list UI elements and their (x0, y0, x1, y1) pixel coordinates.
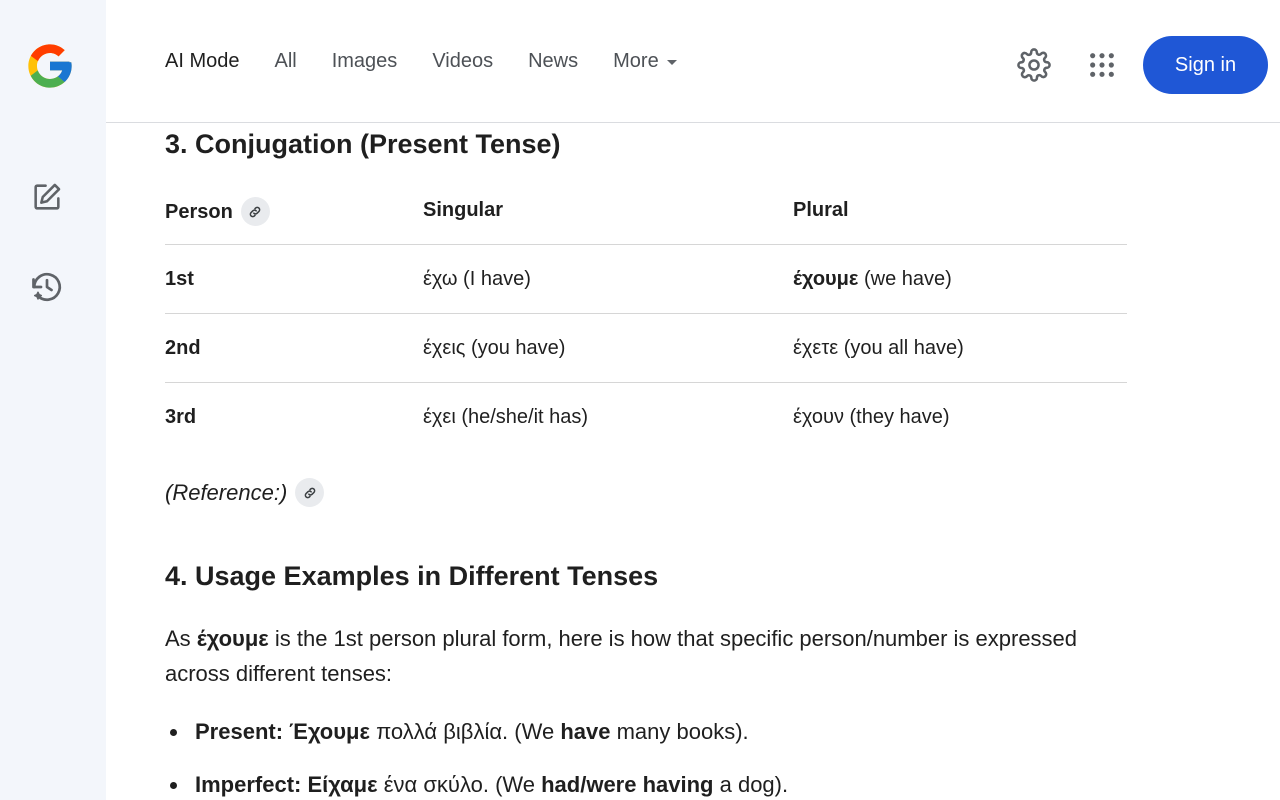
singular-cell: έχω (I have) (423, 267, 531, 290)
greek-verb: Έχουμε (289, 719, 370, 744)
tab-label: Images (331, 50, 398, 72)
source-link-button[interactable] (240, 197, 270, 226)
reference-link-button[interactable] (295, 478, 325, 507)
list-item: Present: Έχουμε πολλά βιβλία. (We have m… (165, 713, 788, 766)
text-span: many books). (610, 719, 749, 744)
plural-cell: έχουμε (we have) (793, 268, 1127, 291)
text-span: a dog). (713, 772, 789, 797)
column-header-singular: Singular (423, 199, 504, 221)
text-span: As (165, 626, 197, 651)
person-cell: 3rd (165, 406, 197, 428)
tab-label: News (528, 50, 579, 72)
text-span: ένα σκύλο. (We (377, 772, 542, 797)
person-cell: 1st (165, 267, 194, 290)
sign-in-button[interactable]: Sign in (1143, 36, 1268, 94)
conjugation-table: Person Singular Plural 1st έχω (I have) … (165, 197, 1127, 452)
apps-grid-icon (1090, 53, 1114, 77)
singular-cell: έχει (he/she/it has) (423, 406, 589, 428)
section-heading: 3. Conjugation (Present Tense) (165, 129, 561, 159)
examples-list: Present: Έχουμε πολλά βιβλία. (We have m… (165, 713, 788, 800)
section-heading: 4. Usage Examples in Different Tenses (165, 561, 659, 591)
intro-paragraph: As έχουμε is the 1st person plural form,… (165, 621, 1085, 691)
edit-square-icon (34, 183, 61, 210)
apps-button[interactable] (1082, 45, 1122, 85)
settings-button[interactable] (1014, 45, 1054, 85)
plural-gloss: (we have) (858, 267, 952, 290)
column-header-person: Person (165, 197, 423, 226)
link-icon (250, 206, 261, 217)
table-row: 1st έχω (I have) έχουμε (we have) (165, 245, 1127, 314)
caret-down-icon (666, 60, 677, 65)
tab-images[interactable]: Images (332, 50, 398, 73)
text-span: is the 1st person plural form, here is h… (165, 626, 1078, 686)
tab-more[interactable]: More (613, 50, 677, 73)
tab-news[interactable]: News (528, 50, 578, 73)
top-header: AI Mode All Images Videos News More Sign… (106, 0, 1280, 123)
plural-gloss: έχετε (you all have) (793, 336, 964, 359)
column-header-plural: Plural (793, 199, 849, 221)
tab-label: AI Mode (165, 50, 240, 72)
greek-verb: Είχαμε (307, 772, 378, 797)
plural-form: έχουμε (793, 267, 859, 290)
tab-ai-mode[interactable]: AI Mode (165, 50, 239, 73)
tab-label: All (274, 50, 297, 72)
table-row: 2nd έχεις (you have) έχετε (you all have… (165, 314, 1127, 383)
link-icon (304, 487, 316, 498)
tab-label: More (613, 50, 659, 72)
person-cell: 2nd (165, 336, 201, 359)
reference-text: (Reference:) (165, 479, 288, 505)
google-logo[interactable] (24, 40, 76, 92)
gear-icon (1017, 48, 1051, 82)
tense-label: Present: (195, 719, 284, 744)
tab-all[interactable]: All (274, 50, 296, 73)
tab-label: Videos (432, 50, 494, 72)
new-chat-button[interactable] (27, 177, 67, 217)
plural-cell: έχετε (you all have) (793, 337, 1127, 360)
tense-label: Imperfect: (195, 772, 302, 797)
bold-term: έχουμε (196, 626, 269, 651)
header-text: Person (165, 201, 233, 223)
text-span: πολλά βιβλία. (We (369, 719, 561, 744)
english-verb: had/were having (541, 772, 714, 797)
reference-line: (Reference:) (165, 478, 325, 507)
tab-videos[interactable]: Videos (432, 50, 493, 73)
search-tabs: AI Mode All Images Videos News More (165, 50, 712, 73)
plural-cell: έχουν (they have) (793, 406, 1127, 429)
history-button[interactable] (27, 267, 67, 307)
table-header-row: Person Singular Plural (165, 197, 1127, 245)
singular-cell: έχεις (you have) (423, 336, 566, 359)
plural-gloss: έχουν (they have) (793, 406, 950, 428)
english-verb: have (560, 719, 611, 744)
list-item: Imperfect: Είχαμε ένα σκύλο. (We had/wer… (165, 766, 788, 800)
table-row: 3rd έχει (he/she/it has) έχουν (they hav… (165, 383, 1127, 452)
history-sparkle-icon (32, 272, 62, 302)
left-rail (0, 0, 106, 800)
